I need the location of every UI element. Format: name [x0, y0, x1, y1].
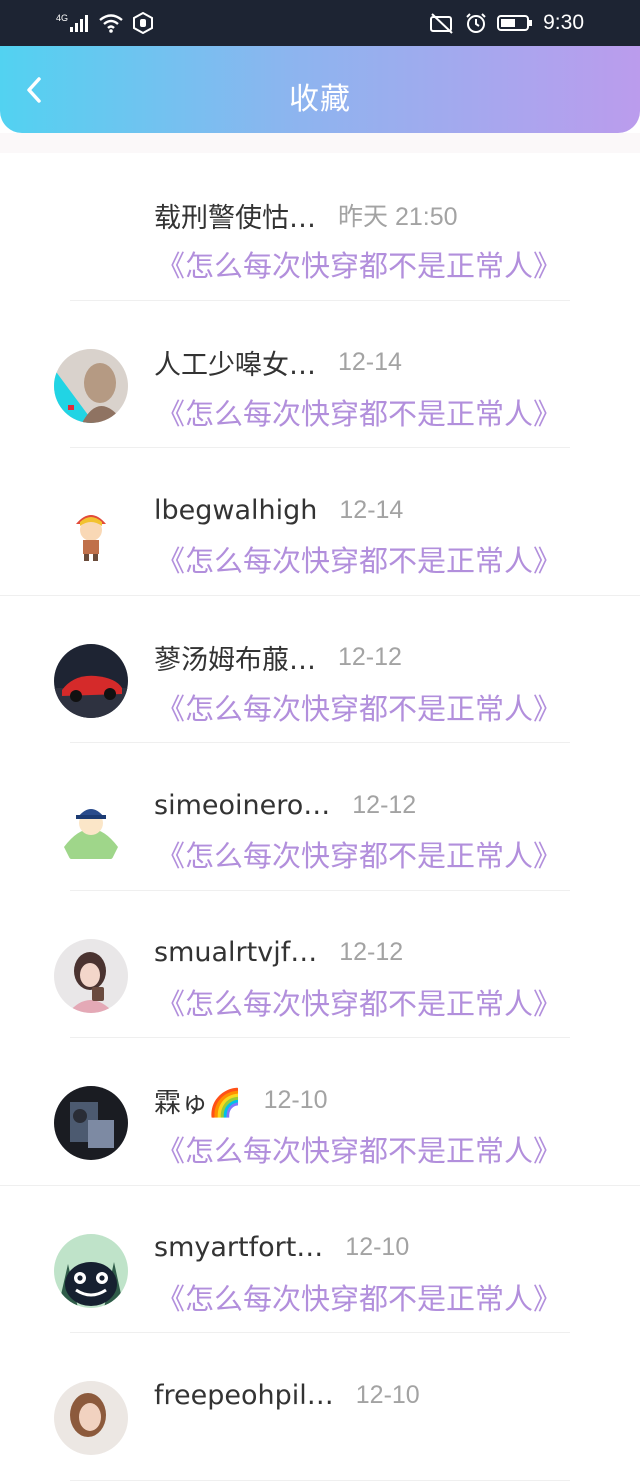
user-name: freepeohpil…: [154, 1379, 334, 1411]
alarm-icon: [466, 13, 486, 33]
item-date: 12-10: [355, 1380, 420, 1409]
list-item[interactable]: simeoinero… 12-12 《怎么每次快穿都不是正常人》: [0, 743, 640, 891]
totoro-avatar[interactable]: [54, 1233, 128, 1308]
item-date: 12-12: [338, 643, 402, 671]
book-title-link[interactable]: 《怎么每次快穿都不是正常人》: [156, 1128, 562, 1170]
list-item[interactable]: 人工少嗥女… 12-14 《怎么每次快穿都不是正常人》: [0, 301, 640, 449]
dark-photo-avatar[interactable]: [54, 1086, 128, 1160]
user-name: 蓼汤姆布菔…: [154, 645, 316, 676]
app-header: 收藏: [0, 46, 640, 133]
hand-shield-icon: [133, 12, 153, 34]
cartoon-character-avatar[interactable]: [54, 791, 128, 865]
battery-icon: [497, 15, 533, 31]
list-item[interactable]: lbegwalhigh 12-14 《怎么每次快穿都不是正常人》: [0, 448, 640, 596]
book-title-link[interactable]: 《怎么每次快穿都不是正常人》: [156, 686, 562, 728]
list-item[interactable]: smualrtvjf… 12-12 《怎么每次快穿都不是正常人》: [0, 891, 640, 1039]
item-date: 12-10: [263, 1085, 328, 1114]
svg-text:4G: 4G: [56, 13, 68, 23]
user-name: 霖ゅ🌈: [154, 1087, 242, 1119]
book-title-link[interactable]: 《怎么每次快穿都不是正常人》: [156, 1276, 562, 1318]
book-title-link[interactable]: 《怎么每次快穿都不是正常人》: [156, 538, 562, 580]
user-name: lbegwalhigh: [154, 494, 318, 526]
book-title-link[interactable]: 《怎么每次快穿都不是正常人》: [156, 981, 562, 1023]
list-item[interactable]: 霖ゅ🌈 12-10 《怎么每次快穿都不是正常人》: [0, 1038, 640, 1186]
book-title-link[interactable]: 《怎么每次快穿都不是正常人》: [156, 243, 562, 285]
cellular-signal-icon: 4G: [56, 13, 88, 32]
user-name: 人工少嗥女…: [154, 350, 316, 381]
favorites-list: 载刑警使怙… 昨天 21:50 《怎么每次快穿都不是正常人》 人工少嗥女… 12…: [0, 153, 640, 1481]
header-divider-band: [0, 133, 640, 153]
book-title-link[interactable]: 《怎么每次快穿都不是正常人》: [156, 833, 562, 875]
item-date: 12-14: [339, 495, 404, 524]
page-title: 收藏: [289, 82, 351, 117]
list-item[interactable]: freepeohpil… 12-10: [0, 1333, 640, 1481]
item-date: 昨天 21:50: [338, 203, 458, 231]
item-date: 12-14: [338, 348, 402, 376]
red-car-avatar[interactable]: [54, 643, 128, 718]
girl-photo-avatar[interactable]: [54, 348, 128, 423]
cartoon-boy-avatar[interactable]: [54, 496, 128, 570]
woman-photo-avatar[interactable]: [54, 1381, 128, 1455]
item-date: 12-12: [352, 790, 417, 819]
user-name: 载刑警使怙…: [154, 202, 316, 234]
user-name: simeoinero…: [154, 789, 331, 821]
status-time: 9:30: [543, 11, 584, 34]
list-item[interactable]: smyartfort… 12-10 《怎么每次快穿都不是正常人》: [0, 1186, 640, 1334]
wifi-icon: [99, 14, 123, 33]
status-bar: 4G 9:30: [0, 0, 640, 46]
girl-cup-avatar[interactable]: [54, 938, 128, 1013]
user-name: smualrtvjf…: [154, 937, 318, 968]
list-item[interactable]: 载刑警使怙… 昨天 21:50 《怎么每次快穿都不是正常人》: [0, 153, 640, 301]
item-date: 12-12: [339, 938, 404, 966]
book-title-link[interactable]: 《怎么每次快穿都不是正常人》: [156, 391, 562, 433]
camera-off-icon: [430, 13, 453, 34]
user-name: smyartfort…: [154, 1232, 324, 1263]
list-item[interactable]: 蓼汤姆布菔… 12-12 《怎么每次快穿都不是正常人》: [0, 596, 640, 744]
item-date: 12-10: [345, 1233, 410, 1261]
